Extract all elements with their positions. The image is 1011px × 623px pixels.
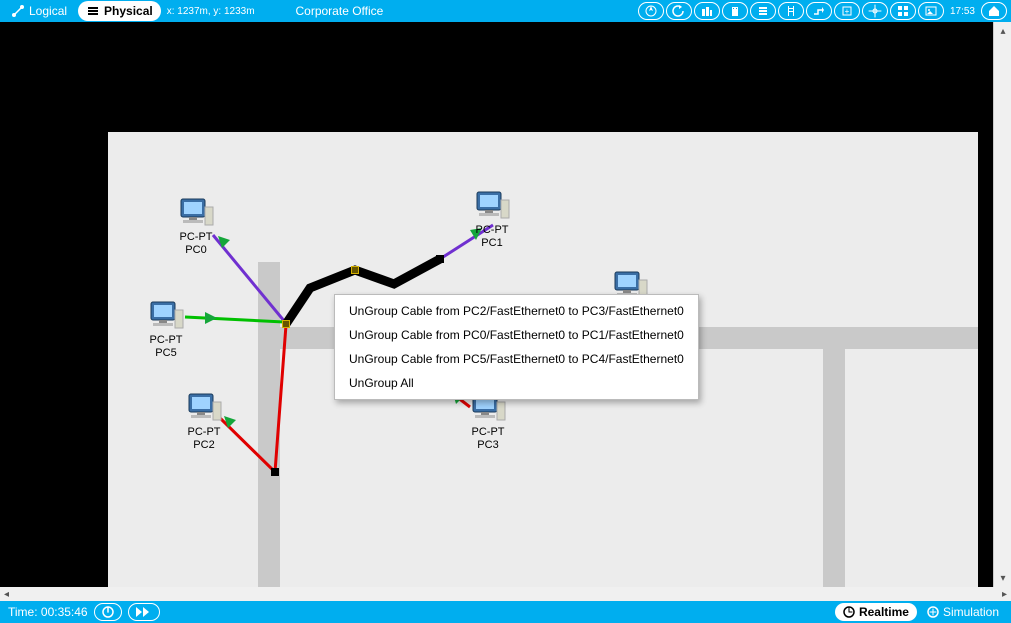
device-type: PC-PT bbox=[174, 426, 234, 439]
tab-physical-label: Physical bbox=[104, 4, 153, 18]
tab-simulation-label: Simulation bbox=[943, 605, 999, 619]
device-label: PC5 bbox=[136, 347, 196, 360]
coords-readout: x: 1237m, y: 1233m bbox=[167, 6, 255, 17]
device-label: PC1 bbox=[462, 237, 522, 250]
ctx-ungroup-cable-2[interactable]: UnGroup Cable from PC5/FastEthernet0 to … bbox=[335, 347, 698, 371]
bottom-toolbar: Time: 00:35:46 Realtime Simulation bbox=[0, 601, 1011, 623]
vertical-scrollbar[interactable]: ▴▾ bbox=[993, 22, 1011, 587]
svg-text:+: + bbox=[845, 7, 850, 16]
city-icon[interactable] bbox=[694, 2, 720, 20]
tab-physical[interactable]: Physical bbox=[78, 1, 161, 21]
rack-icon[interactable] bbox=[778, 2, 804, 20]
grid-icon[interactable] bbox=[890, 2, 916, 20]
sim-time: Time: 00:35:46 bbox=[8, 605, 88, 619]
device-pc2[interactable]: PC-PT PC2 bbox=[174, 392, 234, 452]
device-type: PC-PT bbox=[136, 334, 196, 347]
power-cycle-icon[interactable] bbox=[94, 603, 122, 621]
note-icon[interactable]: + bbox=[834, 2, 860, 20]
toolbar-icon-row: + 17:53 bbox=[638, 0, 1007, 22]
tab-simulation[interactable]: Simulation bbox=[921, 605, 1005, 619]
navigate-icon[interactable] bbox=[638, 2, 664, 20]
building-icon[interactable] bbox=[722, 2, 748, 20]
device-type: PC-PT bbox=[458, 426, 518, 439]
tab-logical-label: Logical bbox=[29, 4, 67, 18]
cable-bend[interactable] bbox=[436, 255, 444, 263]
device-type: PC-PT bbox=[462, 224, 522, 237]
cable-bend[interactable] bbox=[282, 320, 290, 328]
top-clock: 17:53 bbox=[946, 6, 979, 17]
back-icon[interactable] bbox=[666, 2, 692, 20]
device-pc5[interactable]: PC-PT PC5 bbox=[136, 300, 196, 360]
home-icon[interactable] bbox=[981, 2, 1007, 20]
move-icon[interactable] bbox=[806, 2, 832, 20]
top-toolbar: Logical Physical x: 1237m, y: 1233m Corp… bbox=[0, 0, 1011, 22]
image-icon[interactable] bbox=[918, 2, 944, 20]
horizontal-scrollbar[interactable]: ◂▸ bbox=[0, 587, 1011, 601]
workspace[interactable]: PC-PT PC0 PC-PT PC1 PC-PT PC2 PC-PT PC3 … bbox=[0, 22, 993, 587]
ctx-ungroup-cable-0[interactable]: UnGroup Cable from PC2/FastEthernet0 to … bbox=[335, 299, 698, 323]
tab-logical[interactable]: Logical bbox=[3, 1, 75, 21]
cable-bend[interactable] bbox=[351, 266, 359, 274]
cable-bend[interactable] bbox=[271, 468, 279, 476]
location-label: Corporate Office bbox=[296, 4, 384, 18]
device-type: PC-PT bbox=[166, 231, 226, 244]
ctx-ungroup-all[interactable]: UnGroup All bbox=[335, 371, 698, 395]
context-menu: UnGroup Cable from PC2/FastEthernet0 to … bbox=[334, 294, 699, 400]
tab-realtime[interactable]: Realtime bbox=[835, 603, 917, 621]
device-label: PC3 bbox=[458, 439, 518, 452]
crosshair-icon[interactable] bbox=[862, 2, 888, 20]
fast-forward-icon[interactable] bbox=[128, 603, 160, 621]
ctx-ungroup-cable-1[interactable]: UnGroup Cable from PC0/FastEthernet0 to … bbox=[335, 323, 698, 347]
tab-realtime-label: Realtime bbox=[859, 605, 909, 619]
closet-icon[interactable] bbox=[750, 2, 776, 20]
device-pc1[interactable]: PC-PT PC1 bbox=[462, 190, 522, 250]
device-label: PC0 bbox=[166, 244, 226, 257]
device-pc3[interactable]: PC-PT PC3 bbox=[458, 392, 518, 452]
device-label: PC2 bbox=[174, 439, 234, 452]
device-pc0[interactable]: PC-PT PC0 bbox=[166, 197, 226, 257]
